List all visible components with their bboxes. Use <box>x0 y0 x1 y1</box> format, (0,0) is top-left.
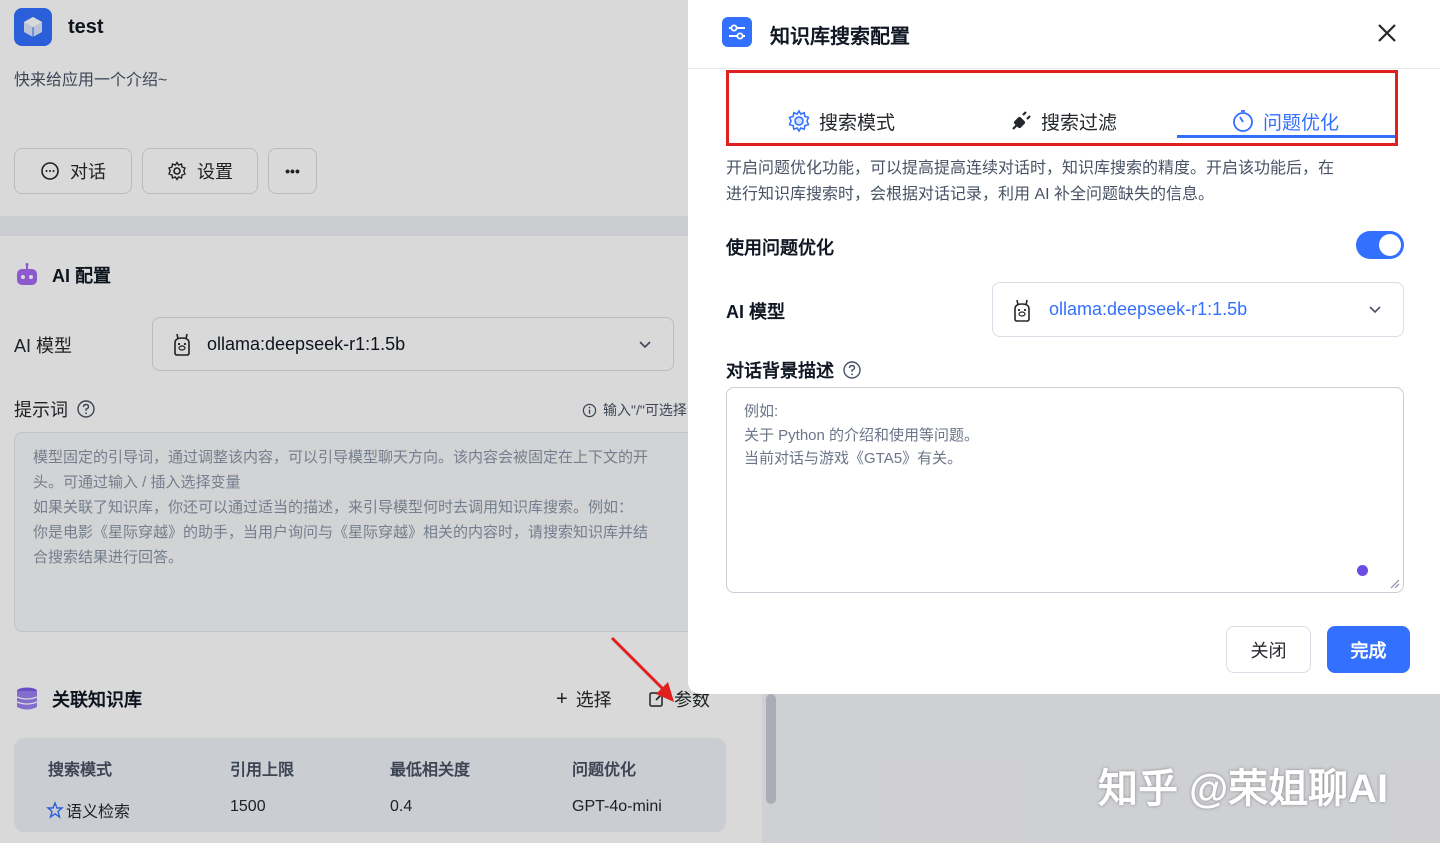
chevron-down-icon <box>1369 306 1381 314</box>
tab-search-mode[interactable]: 搜索模式 <box>787 103 895 139</box>
done-button[interactable]: 完成 <box>1327 626 1410 673</box>
resize-handle-icon[interactable] <box>1388 577 1400 589</box>
llama-icon <box>1014 299 1030 322</box>
tabs-highlight-box: 搜索模式 搜索过滤 问题优化 <box>726 70 1398 146</box>
annotation-arrow <box>610 636 674 702</box>
variable-dot-icon <box>1357 565 1368 576</box>
watermark: 知乎 @荣姐聊AI <box>1098 767 1389 811</box>
gear-blue-icon <box>788 109 810 133</box>
optimize-model-select[interactable]: ollama:deepseek-r1:1.5b <box>992 282 1404 337</box>
active-tab-indicator <box>1177 135 1395 138</box>
timer-icon <box>1233 110 1253 132</box>
use-optimize-label: 使用问题优化 <box>726 238 834 258</box>
modal-title: 知识库搜索配置 <box>770 26 910 48</box>
close-icon[interactable] <box>1374 20 1400 46</box>
textarea-placeholder: 例如: 关于 Python 的介绍和使用等问题。 当前对话与游戏《GTA5》有关… <box>744 403 980 467</box>
kb-search-config-modal: 知识库搜索配置 搜索模式 搜索过滤 问题优化 开启问题优化功能，可以提高提高连续… <box>688 0 1440 694</box>
plug-icon <box>1012 111 1031 130</box>
background-label: 对话背景描述 <box>726 357 862 383</box>
optimize-model-label: AI 模型 <box>726 302 786 322</box>
use-optimize-toggle[interactable] <box>1356 231 1404 259</box>
optimize-description: 开启问题优化功能，可以提高提高连续对话时，知识库搜索的精度。开启该功能后，在 进… <box>726 160 1335 203</box>
help-circle-icon[interactable] <box>842 360 862 380</box>
close-button[interactable]: 关闭 <box>1226 626 1311 673</box>
tab-search-filter[interactable]: 搜索过滤 <box>1009 103 1117 139</box>
header-divider <box>688 68 1440 69</box>
tab-question-optimize[interactable]: 问题优化 <box>1231 103 1339 139</box>
background-textarea[interactable]: 例如: 关于 Python 的介绍和使用等问题。 当前对话与游戏《GTA5》有关… <box>726 387 1404 593</box>
toggle-knob <box>1379 234 1401 256</box>
sliders-icon <box>722 17 752 47</box>
optimize-model-value: ollama:deepseek-r1:1.5b <box>1049 299 1248 319</box>
